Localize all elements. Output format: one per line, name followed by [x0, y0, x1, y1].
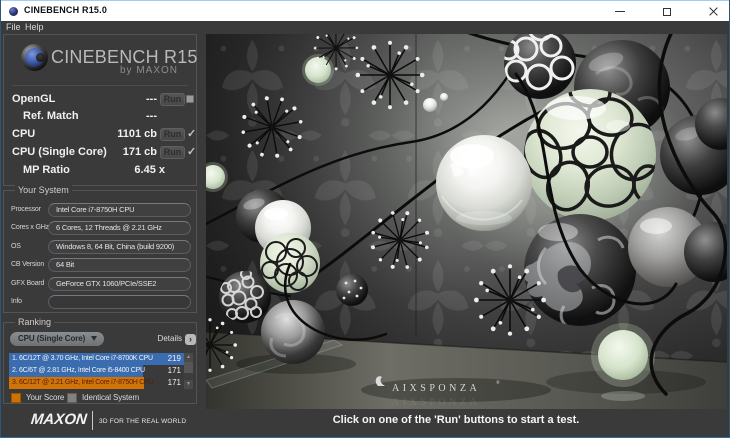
ranking-panel: Ranking CPU (Single Core) Details › 1. 6…	[3, 317, 197, 404]
opengl-value: ---	[146, 93, 157, 105]
mp-ratio-value: 6.45 x	[134, 164, 165, 176]
window-title: CINEBENCH R15.0	[24, 5, 108, 15]
your-score-swatch	[11, 393, 21, 403]
score-panel: CINEBENCH R15 by MAXON OpenGL --- Run Re…	[3, 34, 197, 186]
cb-version-label: CB Version	[11, 261, 45, 268]
scroll-up-icon[interactable]: ▲	[184, 353, 193, 362]
close-button[interactable]	[692, 1, 730, 22]
maxon-tagline: 3D FOR THE REAL WORLD	[99, 418, 187, 425]
opengl-label: OpenGL	[12, 93, 56, 105]
your-score-label: Your Score	[26, 393, 65, 402]
render-scene: AIXSPONZA ® AIXSPONZA	[206, 34, 727, 409]
ranking-row-3[interactable]: 3. 6C/12T @ 2.21 GHz, Intel Core i7-8750…	[9, 377, 184, 389]
cinebench-byline: by MAXON	[119, 65, 178, 76]
ranking-selector-value: CPU (Single Core)	[18, 334, 86, 343]
ranking-row-1-label: 1. 6C/12T @ 3.70 GHz, Intel Core i7-8700…	[12, 355, 153, 362]
details-button[interactable]: ›	[185, 334, 196, 345]
aixsponza-reflection: AIXSPONZA	[392, 397, 480, 408]
maximize-button[interactable]	[646, 1, 688, 22]
minimize-button[interactable]	[599, 1, 641, 22]
os-label: OS	[11, 243, 21, 250]
scrollbar-thumb[interactable]	[184, 362, 193, 373]
ranking-row-1-score: 219	[167, 354, 181, 363]
aixsponza-registered: ®	[496, 380, 500, 386]
ranking-selector[interactable]: CPU (Single Core)	[10, 332, 104, 346]
maxon-logo: MAXON	[30, 411, 88, 428]
cb-version-value: 64 Bit	[48, 258, 191, 272]
ranking-row-3-score: 171	[167, 378, 181, 387]
opengl-checkbox[interactable]	[186, 95, 194, 103]
minimize-icon	[615, 11, 625, 12]
your-system-title: Your System	[15, 185, 72, 195]
cinebench-logo-notch	[36, 53, 45, 62]
cpu-run-button[interactable]: Run	[160, 128, 185, 141]
cpu-label: CPU	[12, 128, 36, 140]
cpu-value: 1101 cb	[117, 128, 157, 140]
gfx-board-label: GFX Board	[11, 280, 45, 287]
processor-label: Processor	[11, 206, 41, 213]
opengl-run-button[interactable]: Run	[160, 93, 185, 106]
ranking-row-1[interactable]: 1. 6C/12T @ 3.70 GHz, Intel Core i7-8700…	[9, 353, 184, 365]
title-bar: CINEBENCH R15.0	[1, 1, 729, 21]
score-divider	[12, 85, 188, 86]
scroll-down-icon[interactable]: ▼	[184, 380, 193, 389]
ranking-row-2-score: 171	[167, 366, 181, 375]
ranking-row-2-label: 2. 6C/6T @ 2.81 GHz, Intel Core i5-8400 …	[12, 367, 145, 374]
window-border-left	[0, 0, 1, 438]
status-text: Click on one of the 'Run' buttons to sta…	[332, 414, 580, 426]
aixsponza-text: AIXSPONZA	[392, 383, 480, 394]
info-value	[48, 295, 191, 309]
menu-help[interactable]: Help	[25, 21, 44, 34]
cpu-single-check-icon: ✓	[187, 146, 197, 158]
maxon-divider	[92, 411, 93, 430]
ranking-title: Ranking	[15, 317, 55, 327]
details-label: Details	[157, 334, 182, 343]
cores-label: Cores x GHz	[11, 224, 49, 231]
ranking-row-2[interactable]: 2. 6C/6T @ 2.81 GHz, Intel Core i5-8400 …	[9, 365, 184, 377]
ranking-scrollbar[interactable]: ▲ ▼	[184, 353, 193, 389]
cpu-single-value: 171 cb	[122, 146, 157, 158]
cores-value: 6 Cores, 12 Threads @ 2.21 GHz	[48, 221, 191, 235]
chevron-down-icon	[91, 336, 97, 341]
info-label: Info	[11, 298, 22, 305]
your-system-panel: Your System Processor Intel Core i7-8750…	[3, 185, 197, 313]
identical-system-swatch	[67, 393, 77, 403]
refmatch-value: ---	[146, 110, 157, 122]
processor-value: Intel Core i7-8750H CPU	[48, 203, 191, 217]
gfx-board-value: GeForce GTX 1060/PCIe/SSE2	[48, 277, 191, 291]
os-value: Windows 8, 64 Bit, China (build 9200)	[48, 240, 191, 254]
identical-system-label: Identical System	[82, 393, 140, 402]
menu-file[interactable]: File	[6, 21, 21, 34]
maximize-icon	[663, 7, 671, 16]
cpu-single-run-button[interactable]: Run	[160, 146, 185, 159]
refmatch-label: Ref. Match	[23, 110, 79, 122]
app-icon	[9, 7, 18, 16]
cpu-check-icon: ✓	[187, 128, 197, 140]
mp-ratio-label: MP Ratio	[23, 164, 70, 176]
ranking-row-3-label: 3. 6C/12T @ 2.21 GHz, Intel Core i7-8750…	[12, 379, 154, 386]
